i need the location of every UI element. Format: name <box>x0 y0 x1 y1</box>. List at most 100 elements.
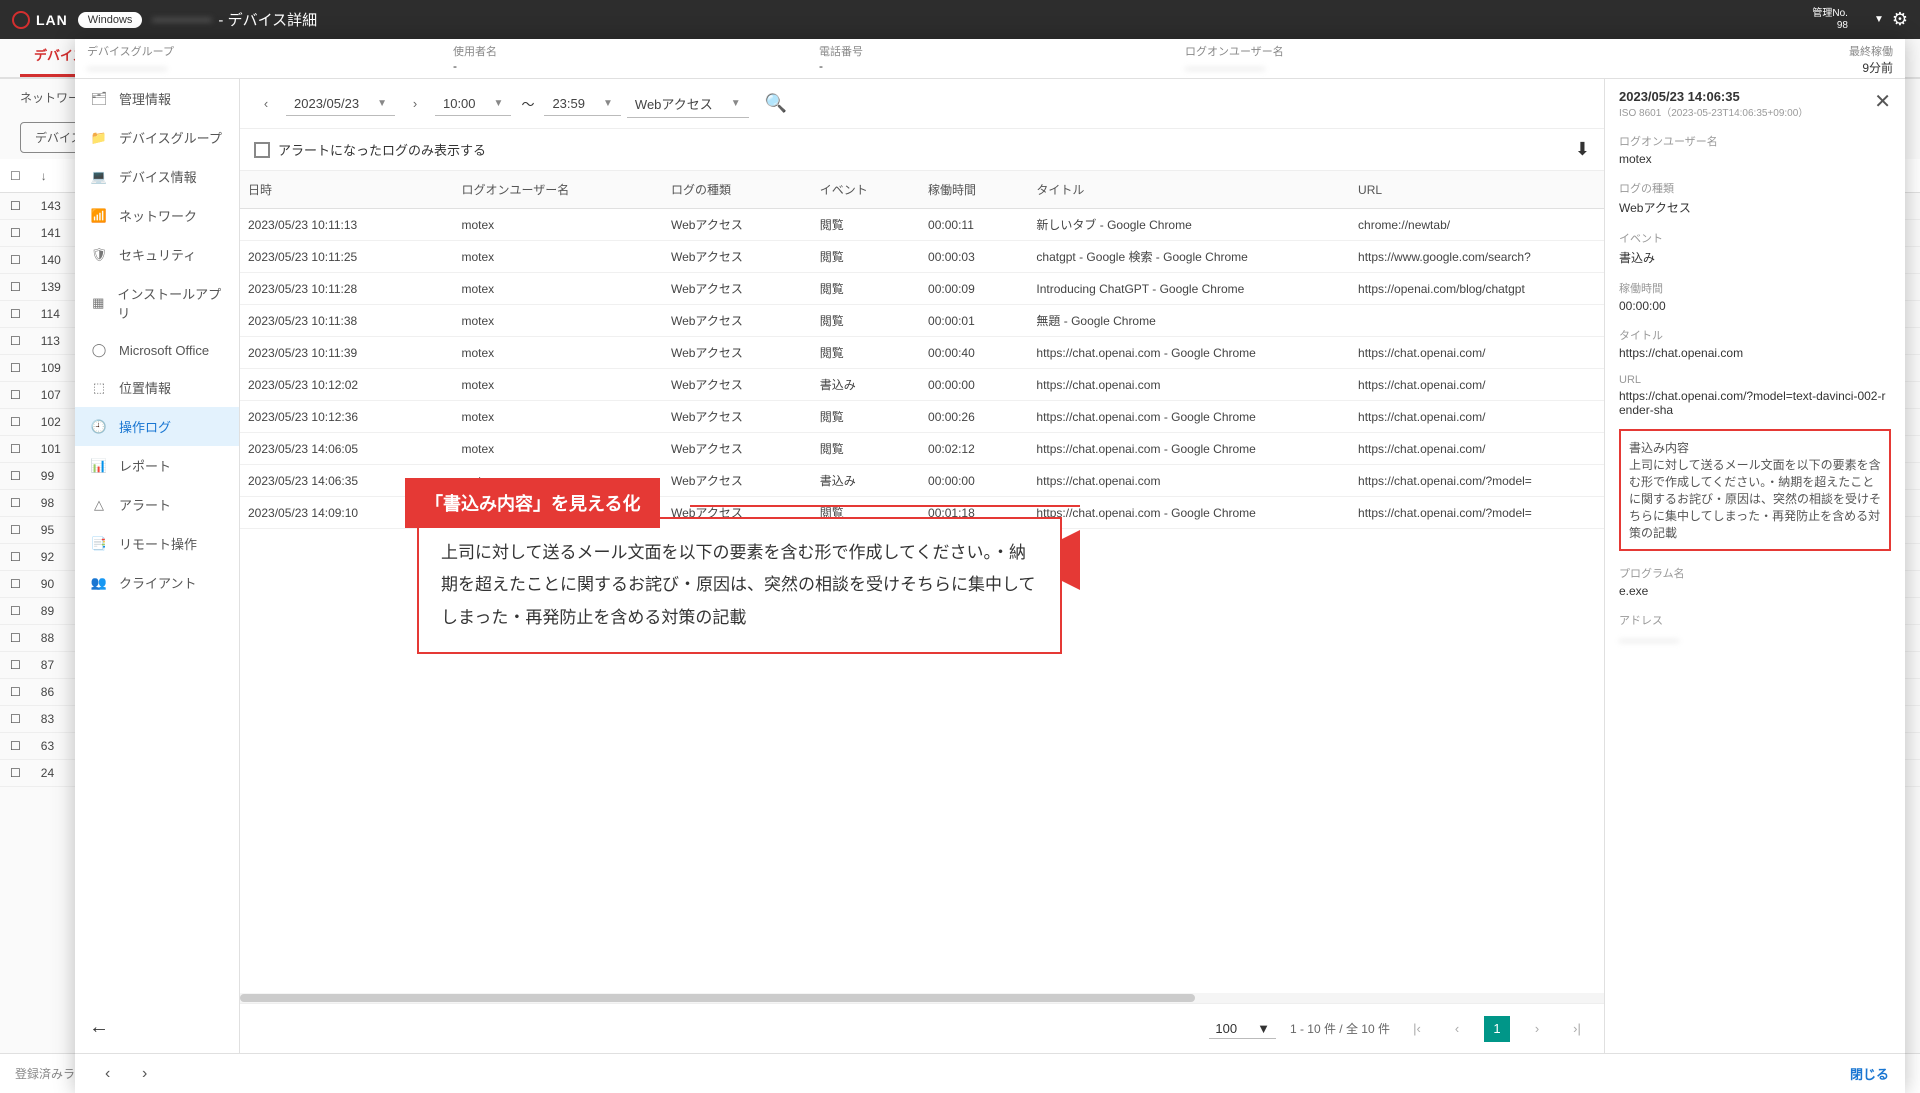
nav-item-クライアント[interactable]: 👥クライアント <box>75 563 239 602</box>
nav-icon: △ <box>89 497 109 513</box>
nav-label: 管理情報 <box>119 89 171 108</box>
log-row[interactable]: 2023/05/23 10:11:25motexWebアクセス閲覧00:00:0… <box>240 241 1604 273</box>
col-header[interactable]: タイトル <box>1028 171 1350 209</box>
nav-icon: 🗂 <box>89 91 109 107</box>
pager-prev-icon[interactable]: ‹ <box>1444 1016 1470 1042</box>
search-icon[interactable]: 🔍 <box>765 93 787 114</box>
nav-item-レポート[interactable]: 📊 レポート <box>75 446 239 485</box>
footer-prev-icon[interactable]: ‹ <box>105 1065 110 1082</box>
col-header[interactable]: 日時 <box>240 171 453 209</box>
col-header[interactable]: イベント <box>812 171 920 209</box>
nav-icon: 👥 <box>89 575 109 591</box>
nav-icon: 🛡 <box>89 247 109 263</box>
per-page-select[interactable]: 100▼ <box>1209 1019 1276 1039</box>
pager: 100▼ 1 - 10 件 / 全 10 件 |‹ ‹ 1 › ›| <box>240 1003 1604 1053</box>
nav-item-リモート操作[interactable]: 📑 リモート操作 <box>75 524 239 563</box>
nav-icon: 💻 <box>89 169 109 185</box>
management-number: 管理No. 98 <box>1812 8 1848 32</box>
date-prev-icon[interactable]: ‹ <box>252 90 280 118</box>
modal-footer: ‹ › 閉じる <box>75 1053 1905 1093</box>
callout-title: 「書込み内容」を見える化 <box>405 478 660 528</box>
date-picker[interactable]: 2023/05/23▼ <box>286 92 395 116</box>
nav-label: 位置情報 <box>119 378 171 397</box>
log-row[interactable]: 2023/05/23 10:12:36motexWebアクセス閲覧00:00:2… <box>240 401 1604 433</box>
pager-last-icon[interactable]: ›| <box>1564 1016 1590 1042</box>
pager-current[interactable]: 1 <box>1484 1016 1510 1042</box>
log-toolbar: ‹ 2023/05/23▼ › 10:00▼ 〜 23:59▼ Webアクセス▼… <box>240 79 1604 129</box>
alert-only-checkbox[interactable] <box>254 142 270 158</box>
nav-label: アラート <box>119 495 171 514</box>
nav-icon: ⬚ <box>89 380 109 396</box>
brand-logo-icon <box>12 11 30 29</box>
filter-row: アラートになったログのみ表示する ⬇ <box>240 129 1604 171</box>
col-header[interactable]: ログの種類 <box>663 171 812 209</box>
callout-connector <box>690 505 1080 507</box>
nav-item-アラート[interactable]: △ アラート <box>75 485 239 524</box>
time-from-picker[interactable]: 10:00▼ <box>435 92 511 116</box>
nav-label: デバイスグループ <box>119 128 222 147</box>
col-header[interactable]: URL <box>1350 171 1604 209</box>
pager-next-icon[interactable]: › <box>1524 1016 1550 1042</box>
col-header[interactable]: ログオンユーザー名 <box>453 171 663 209</box>
dropdown-icon[interactable]: ▼ <box>1874 14 1884 25</box>
time-to-picker[interactable]: 23:59▼ <box>544 92 620 116</box>
download-icon[interactable]: ⬇ <box>1575 139 1590 160</box>
log-row[interactable]: 2023/05/23 10:11:38motexWebアクセス閲覧00:00:0… <box>240 305 1604 337</box>
brand-text: LAN <box>36 12 68 28</box>
detail-panel: 2023/05/23 14:06:35 ISO 8601（2023-05-23T… <box>1605 79 1905 1053</box>
nav-item-インストールアプリ[interactable]: ▦ インストールアプリ <box>75 274 239 332</box>
nav-icon: 📁 <box>89 130 109 146</box>
date-next-icon[interactable]: › <box>401 90 429 118</box>
nav-label: Microsoft Office <box>119 343 209 358</box>
topbar: LAN Windows - デバイス詳細 管理No. 98 ▼ ⚙ <box>0 0 1920 39</box>
nav-icon: ◯ <box>89 342 109 358</box>
log-row[interactable]: 2023/05/23 10:12:02motexWebアクセス書込み00:00:… <box>240 369 1604 401</box>
detail-timestamp: 2023/05/23 14:06:35 <box>1619 89 1808 104</box>
nav-label: 操作ログ <box>119 417 171 436</box>
pager-first-icon[interactable]: |‹ <box>1404 1016 1430 1042</box>
nav-icon: ▦ <box>89 295 107 311</box>
nav-icon: 🕘 <box>89 419 109 435</box>
nav-icon: 📊 <box>89 458 109 474</box>
nav-item-デバイス情報[interactable]: 💻 デバイス情報 <box>75 157 239 196</box>
addr-redacted <box>1619 640 1679 642</box>
nav-item-管理情報[interactable]: 🗂 管理情報 <box>75 79 239 118</box>
nav-icon: 📑 <box>89 536 109 552</box>
nav-label: リモート操作 <box>119 534 197 553</box>
footer-next-icon[interactable]: › <box>142 1065 147 1082</box>
log-row[interactable]: 2023/05/23 10:11:13motexWebアクセス閲覧00:00:1… <box>240 209 1604 241</box>
group-redacted <box>87 68 167 70</box>
nav-item-デバイスグループ[interactable]: 📁 デバイスグループ <box>75 118 239 157</box>
nav-label: ネットワーク <box>119 206 197 225</box>
back-arrow-icon[interactable]: ← <box>75 1002 239 1053</box>
close-detail-icon[interactable]: ✕ <box>1874 89 1891 114</box>
col-header[interactable]: 稼働時間 <box>920 171 1028 209</box>
nav-item-セキュリティ[interactable]: 🛡 セキュリティ <box>75 235 239 274</box>
nav-label: インストールアプリ <box>117 284 225 322</box>
nav-label: デバイス情報 <box>119 167 197 186</box>
checkbox-header[interactable]: ☐ <box>0 159 31 193</box>
nav-label: セキュリティ <box>119 245 196 264</box>
gear-icon[interactable]: ⚙ <box>1892 9 1908 30</box>
detail-iso: ISO 8601（2023-05-23T14:06:35+09:00） <box>1619 104 1808 119</box>
left-nav: 🗂 管理情報 📁 デバイスグループ 💻 デバイス情報 📶 ネットワーク 🛡 セキュリティ ▦ インスト… <box>75 79 240 1053</box>
h-scrollbar[interactable] <box>240 993 1604 1003</box>
os-badge: Windows <box>78 12 143 28</box>
nav-item-操作ログ[interactable]: 🕘 操作ログ <box>75 407 239 446</box>
pager-info: 1 - 10 件 / 全 10 件 <box>1290 1020 1390 1037</box>
close-button[interactable]: 閉じる <box>1850 1064 1889 1083</box>
log-row[interactable]: 2023/05/23 10:11:28motexWebアクセス閲覧00:00:0… <box>240 273 1604 305</box>
nav-item-Microsoft Office[interactable]: ◯ Microsoft Office <box>75 332 239 368</box>
alert-only-label: アラートになったログのみ表示する <box>278 140 486 159</box>
logon-redacted <box>1185 68 1265 70</box>
log-row[interactable]: 2023/05/23 14:06:05motexWebアクセス閲覧00:02:1… <box>240 433 1604 465</box>
log-row[interactable]: 2023/05/23 10:11:39motexWebアクセス閲覧00:00:4… <box>240 337 1604 369</box>
write-content-highlight: 書込み内容 上司に対して送るメール文面を以下の要素を含む形で作成してください。・… <box>1619 429 1891 551</box>
nav-item-位置情報[interactable]: ⬚ 位置情報 <box>75 368 239 407</box>
nav-icon: 📶 <box>89 208 109 224</box>
nav-label: レポート <box>119 456 171 475</box>
callout-body: 上司に対して送るメール文面を以下の要素を含む形で作成してください。・納期を超えた… <box>417 517 1062 654</box>
page-title: - デバイス詳細 <box>218 9 317 30</box>
category-select[interactable]: Webアクセス▼ <box>627 90 749 118</box>
nav-item-ネットワーク[interactable]: 📶 ネットワーク <box>75 196 239 235</box>
